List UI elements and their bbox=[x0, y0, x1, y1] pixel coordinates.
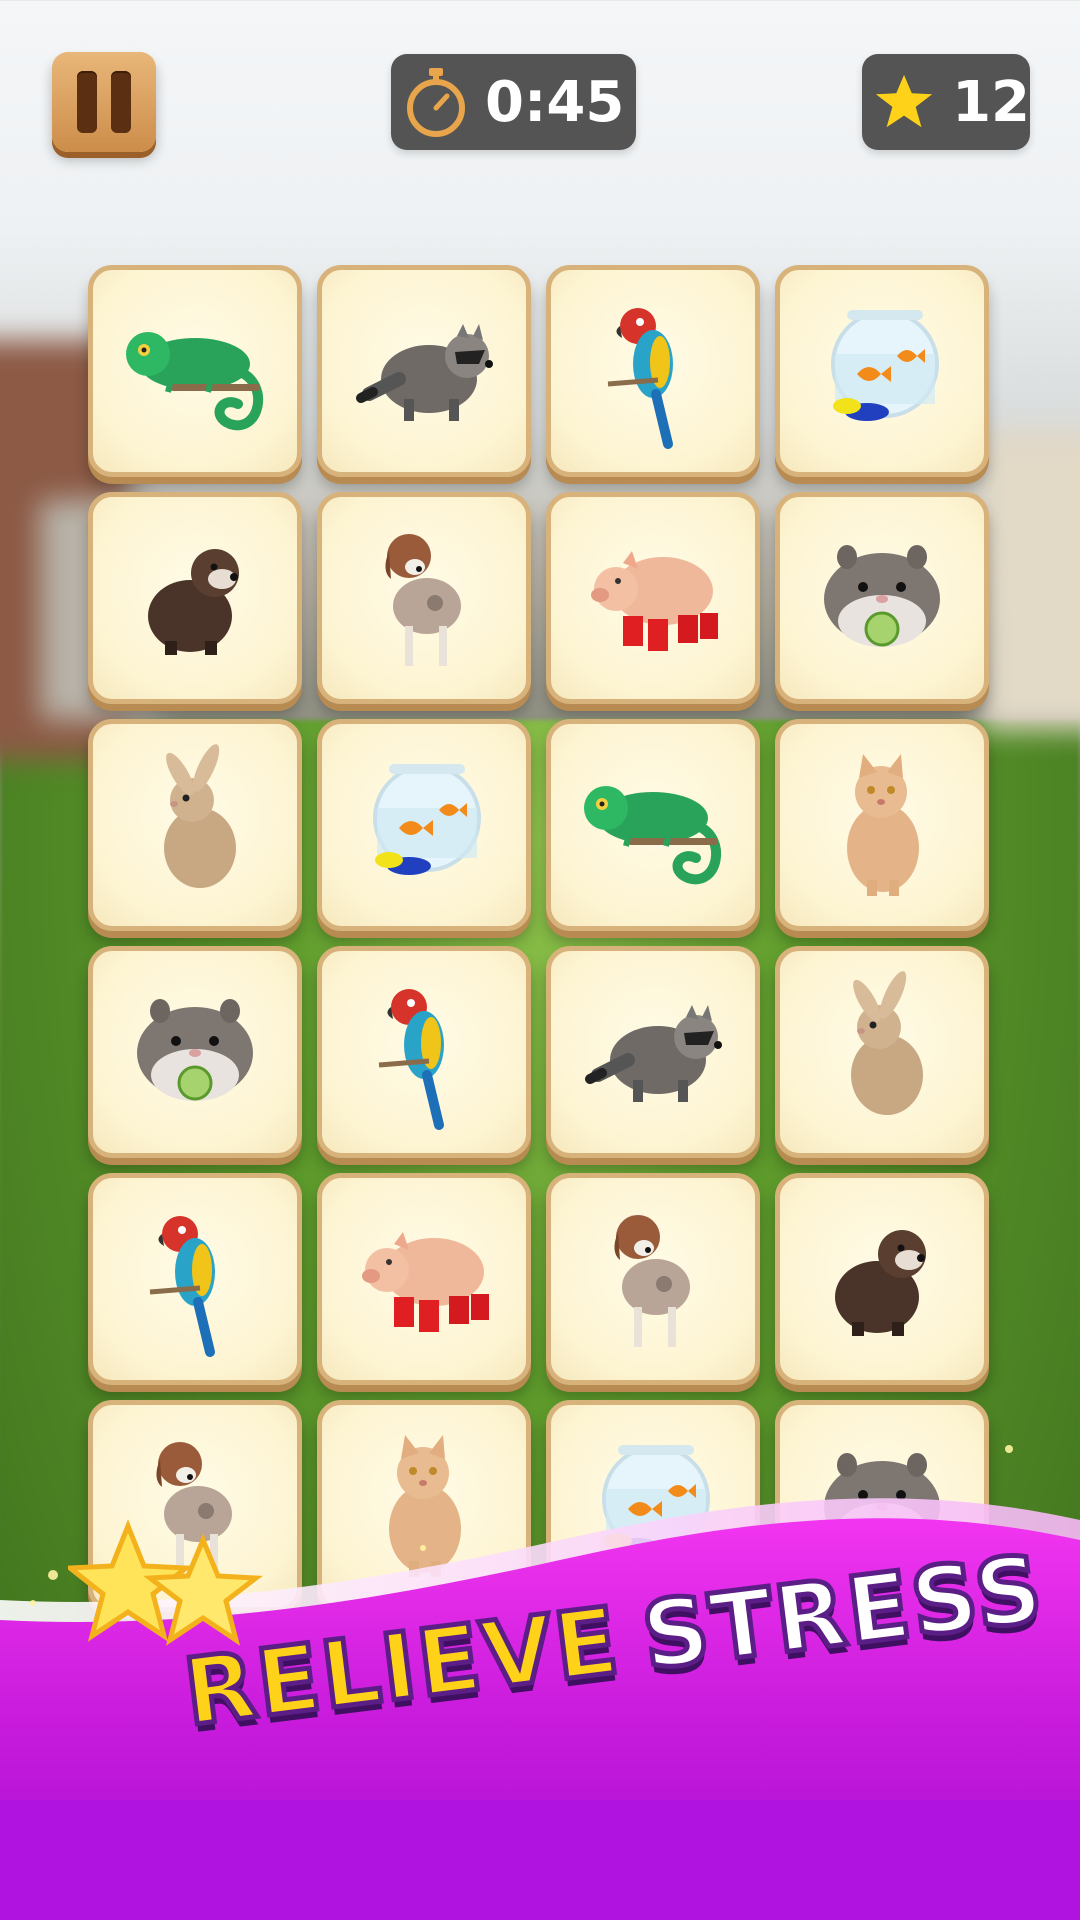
pig-in-boots-icon bbox=[339, 1192, 509, 1366]
tile-pig-in-boots[interactable] bbox=[546, 492, 760, 704]
rabbit-icon bbox=[797, 965, 967, 1139]
chameleon-icon bbox=[110, 284, 280, 458]
tile-fishbowl-frog[interactable] bbox=[317, 719, 531, 931]
tile-raccoon[interactable] bbox=[546, 946, 760, 1158]
rabbit-icon bbox=[110, 738, 280, 912]
parrot-icon bbox=[110, 1192, 280, 1366]
tile-dog[interactable] bbox=[546, 1173, 760, 1385]
parrot-icon bbox=[339, 965, 509, 1139]
tile-pig-in-boots[interactable] bbox=[317, 1173, 531, 1385]
timer-value: 0:45 bbox=[485, 69, 625, 135]
background-building bbox=[980, 430, 1080, 730]
timer-display: 0:45 bbox=[391, 54, 636, 150]
tile-ferret[interactable] bbox=[88, 492, 302, 704]
ferret-icon bbox=[797, 1192, 967, 1366]
tile-rabbit[interactable] bbox=[775, 946, 989, 1158]
pause-icon bbox=[111, 71, 131, 133]
tile-parrot[interactable] bbox=[88, 1173, 302, 1385]
stopwatch-icon bbox=[407, 68, 465, 137]
tile-parrot[interactable] bbox=[546, 265, 760, 477]
ferret-icon bbox=[110, 511, 280, 685]
fishbowl-frog-icon bbox=[797, 284, 967, 458]
hamster-icon bbox=[110, 965, 280, 1139]
star-icon bbox=[875, 74, 933, 128]
chameleon-icon bbox=[568, 738, 738, 912]
score-display: 12 bbox=[862, 54, 1030, 150]
tile-rabbit[interactable] bbox=[88, 719, 302, 931]
tile-chameleon[interactable] bbox=[88, 265, 302, 477]
sparkle bbox=[30, 1600, 36, 1606]
pause-icon bbox=[77, 71, 97, 133]
raccoon-icon bbox=[339, 284, 509, 458]
sparkle bbox=[48, 1570, 58, 1580]
tile-fishbowl-frog[interactable] bbox=[775, 265, 989, 477]
fishbowl-frog-icon bbox=[339, 738, 509, 912]
tile-parrot[interactable] bbox=[317, 946, 531, 1158]
tile-chameleon[interactable] bbox=[546, 719, 760, 931]
tile-hamster[interactable] bbox=[88, 946, 302, 1158]
tile-cat[interactable] bbox=[775, 719, 989, 931]
pause-button[interactable] bbox=[52, 52, 156, 152]
hamster-icon bbox=[797, 511, 967, 685]
sparkle bbox=[420, 1545, 426, 1551]
tile-ferret[interactable] bbox=[775, 1173, 989, 1385]
pig-in-boots-icon bbox=[568, 511, 738, 685]
dog-icon bbox=[339, 511, 509, 685]
tile-hamster[interactable] bbox=[775, 492, 989, 704]
tile-raccoon[interactable] bbox=[317, 265, 531, 477]
sparkle bbox=[1005, 1445, 1013, 1453]
dog-icon bbox=[568, 1192, 738, 1366]
cat-icon bbox=[797, 738, 967, 912]
score-value: 12 bbox=[952, 69, 1030, 135]
parrot-icon bbox=[568, 284, 738, 458]
raccoon-icon bbox=[568, 965, 738, 1139]
tile-dog[interactable] bbox=[317, 492, 531, 704]
